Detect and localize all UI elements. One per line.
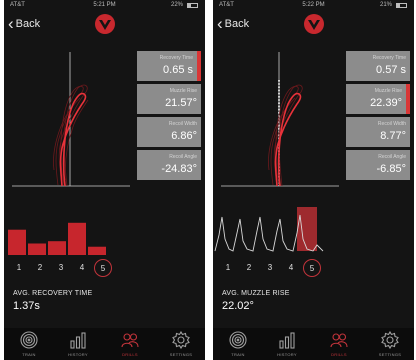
battery-icon <box>187 3 198 8</box>
tab-bar: TRAIN HISTORY DRILLS SETTINGS <box>213 328 414 360</box>
chevron-left-icon: ‹ <box>217 14 223 33</box>
tab-history[interactable]: HISTORY <box>58 328 98 360</box>
average-label: AVG. RECOVERY TIME <box>13 290 93 297</box>
tab-label: SETTINGS <box>378 352 402 357</box>
people-icon <box>121 333 139 348</box>
metric-label: Muzzle Rise <box>374 88 402 94</box>
chevron-left-icon: ‹ <box>8 14 14 33</box>
brand-logo-icon <box>303 14 324 34</box>
battery-icon <box>396 3 407 8</box>
tab-train[interactable]: TRAIN <box>218 328 258 360</box>
shot-5-button[interactable]: 5 <box>303 259 321 277</box>
tab-bar: TRAIN HISTORY DRILLS SETTINGS <box>4 328 205 360</box>
bar-chart-icon <box>70 332 86 349</box>
nav-bar: ‹ Back <box>213 11 414 37</box>
metric-label: Recovery Time <box>372 55 406 61</box>
metric-label: Recoil Width <box>168 121 197 127</box>
shot-3-button[interactable]: 3 <box>52 259 70 277</box>
trace-faded <box>53 84 89 187</box>
recovery-bar-shot-1 <box>8 229 26 255</box>
metric-recoil-angle[interactable]: Recoil Angle -24.83° <box>137 150 201 180</box>
tab-settings[interactable]: SETTINGS <box>161 328 201 360</box>
metric-value: 0.65 s <box>163 64 193 76</box>
tab-drills[interactable]: DRILLS <box>110 328 150 360</box>
recovery-bar-shot-3 <box>48 241 66 255</box>
bar-chart-icon <box>279 332 295 349</box>
tab-drills[interactable]: DRILLS <box>319 328 359 360</box>
gear-icon <box>381 330 399 350</box>
shot-1-button[interactable]: 1 <box>219 259 237 277</box>
selected-shot-highlight <box>297 207 317 251</box>
recoil-analysis-screen-muzzle-rise: AT&T 5:22 PM 21% ‹ Back Recovery Time 0.… <box>213 0 414 360</box>
shot-1-button[interactable]: 1 <box>10 259 28 277</box>
shot-3-button[interactable]: 3 <box>261 259 279 277</box>
back-label: Back <box>15 18 41 30</box>
trace-selected-shot <box>59 92 87 187</box>
shot-2-button[interactable]: 2 <box>31 259 49 277</box>
recoil-analysis-screen-recovery: AT&T 5:21 PM 22% ‹ Back Recovery Time 0.… <box>4 0 205 360</box>
metric-label: Recoil Angle <box>169 154 197 160</box>
tab-train[interactable]: TRAIN <box>9 328 49 360</box>
metric-recoil-angle[interactable]: Recoil Angle -6.85° <box>346 150 410 180</box>
metric-recovery-time[interactable]: Recovery Time 0.57 s <box>346 51 410 81</box>
fingerprint-icon <box>229 331 247 349</box>
recovery-bar-shot-2 <box>28 243 46 255</box>
metric-label: Recoil Width <box>377 121 406 127</box>
tab-label: HISTORY <box>68 352 88 357</box>
recoil-trace-plot <box>12 52 130 187</box>
metric-value: 22.39° <box>370 97 402 109</box>
back-label: Back <box>224 18 250 30</box>
average-value: 1.37s <box>13 300 40 312</box>
metric-muzzle-rise[interactable]: Muzzle Rise 21.57° <box>137 84 201 114</box>
tab-label: DRILLS <box>331 352 347 357</box>
shot-5-button[interactable]: 5 <box>94 259 112 277</box>
metric-recovery-time[interactable]: Recovery Time 0.65 s <box>137 51 201 81</box>
metric-value: -24.83° <box>161 163 197 175</box>
recovery-bar-shot-5 <box>88 246 106 255</box>
tab-history[interactable]: HISTORY <box>267 328 307 360</box>
shot-4-button[interactable]: 4 <box>282 259 300 277</box>
recoil-trace-plot <box>221 52 339 187</box>
metric-value: 0.57 s <box>376 64 406 76</box>
average-label: AVG. MUZZLE RISE <box>222 290 290 297</box>
metric-value: 8.77° <box>380 130 406 142</box>
brand-logo-icon <box>94 14 115 34</box>
status-bar: AT&T 5:21 PM 22% <box>4 0 205 11</box>
muzzle-rise-trace-chart <box>214 207 324 252</box>
shot-4-button[interactable]: 4 <box>73 259 91 277</box>
recovery-bar-shot-4 <box>68 222 86 255</box>
back-button[interactable]: ‹ Back <box>217 14 250 33</box>
battery-percent: 22% <box>170 2 183 8</box>
fingerprint-icon <box>20 331 38 349</box>
metric-value: 21.57° <box>165 97 197 109</box>
status-bar: AT&T 5:22 PM 21% <box>213 0 414 11</box>
tab-label: SETTINGS <box>169 352 193 357</box>
back-button[interactable]: ‹ Back <box>8 14 41 33</box>
metric-muzzle-rise[interactable]: Muzzle Rise 22.39° <box>346 84 410 114</box>
shot-2-button[interactable]: 2 <box>240 259 258 277</box>
metric-value: 6.86° <box>171 130 197 142</box>
recovery-time-bar-chart <box>8 222 106 255</box>
trace-faded <box>268 84 303 187</box>
metric-label: Recoil Angle <box>378 154 406 160</box>
shot-selector: 1 2 3 4 5 <box>10 259 130 277</box>
metric-value: -6.85° <box>376 163 406 175</box>
tab-label: TRAIN <box>231 352 245 357</box>
metric-recoil-width[interactable]: Recoil Width 8.77° <box>346 117 410 147</box>
tab-label: HISTORY <box>277 352 297 357</box>
tab-label: DRILLS <box>122 352 138 357</box>
metric-label: Recovery Time <box>159 55 193 61</box>
metric-label: Muzzle Rise <box>169 88 197 94</box>
tab-label: TRAIN <box>22 352 36 357</box>
metric-recoil-width[interactable]: Recoil Width 6.86° <box>137 117 201 147</box>
gear-icon <box>172 330 190 350</box>
nav-bar: ‹ Back <box>4 11 205 37</box>
average-value: 22.02° <box>222 300 254 312</box>
people-icon <box>330 333 348 348</box>
tab-settings[interactable]: SETTINGS <box>370 328 410 360</box>
shot-selector: 1 2 3 4 5 <box>219 259 339 277</box>
battery-percent: 21% <box>379 2 392 8</box>
